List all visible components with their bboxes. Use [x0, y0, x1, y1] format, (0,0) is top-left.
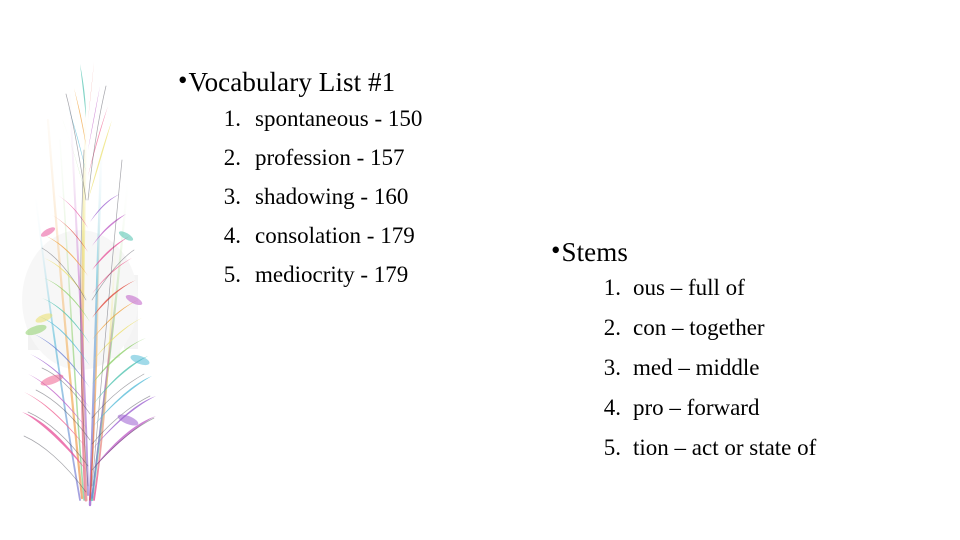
list-item-number: 5. — [603, 434, 621, 460]
vocabulary-heading: • Vocabulary List #1 — [178, 65, 422, 98]
list-item-label: shadowing - 160 — [255, 183, 409, 209]
list-item-label: pro – forward — [633, 394, 760, 420]
list-item-number: 2. — [223, 144, 241, 170]
list-item-number: 3. — [603, 354, 621, 380]
list-item-number: 1. — [223, 105, 241, 131]
list-item-label: mediocrity - 179 — [255, 261, 409, 287]
list-item-number: 4. — [603, 394, 621, 420]
list-item-number: 5. — [223, 261, 241, 287]
decorative-artwork-feather-spray — [0, 0, 180, 540]
slide-canvas: • Vocabulary List #1 1. spontaneous - 15… — [0, 0, 960, 540]
list-item-label: tion – act or state of — [633, 434, 817, 460]
list-item-label: consolation - 179 — [255, 222, 415, 248]
stems-heading: • Stems — [551, 235, 816, 268]
list-item-number: 4. — [223, 222, 241, 248]
list-item: 2. con – together — [591, 316, 816, 356]
list-item: 2. profession - 157 — [211, 146, 422, 185]
list-item: 4. consolation - 179 — [211, 224, 422, 263]
list-item: 5. mediocrity - 179 — [211, 263, 422, 302]
list-item-label: spontaneous - 150 — [255, 105, 423, 131]
list-item-number: 2. — [603, 314, 621, 340]
list-item: 5. tion – act or state of — [591, 434, 817, 476]
stems-list-block: • Stems 1. ous – full of 2. con – togeth… — [551, 235, 817, 476]
list-item: 3. med – middle — [591, 356, 816, 396]
bullet-icon: • — [178, 65, 188, 95]
list-item-label: med – middle — [633, 354, 760, 380]
vocabulary-list-block: • Vocabulary List #1 1. spontaneous - 15… — [178, 65, 423, 302]
list-item-label: profession - 157 — [255, 144, 405, 170]
list-item: 3. shadowing - 160 — [211, 185, 422, 224]
list-item-label: con – together — [633, 314, 765, 340]
list-item-number: 1. — [603, 274, 621, 300]
stems-heading-label: Stems — [561, 237, 628, 267]
list-item: 1. ous – full of — [591, 276, 816, 316]
stems-items: 1. ous – full of 2. con – together 3. me… — [591, 276, 817, 476]
bullet-icon: • — [551, 235, 561, 265]
vocabulary-items: 1. spontaneous - 150 2. profession - 157… — [211, 105, 423, 302]
list-item-label: ous – full of — [633, 274, 745, 300]
vocabulary-heading-label: Vocabulary List #1 — [188, 67, 396, 97]
list-item: 1. spontaneous - 150 — [211, 105, 423, 146]
list-item-number: 3. — [223, 183, 241, 209]
list-item: 4. pro – forward — [591, 396, 816, 436]
